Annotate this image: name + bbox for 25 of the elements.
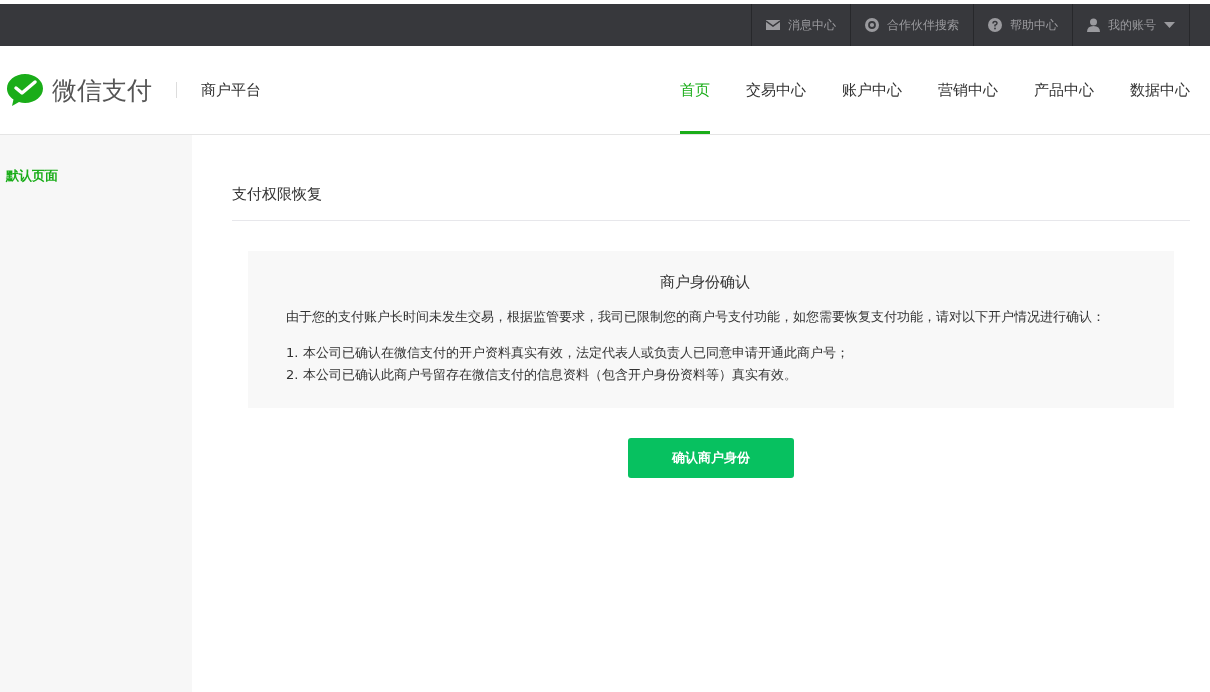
notice-text: 由于您的支付账户长时间未发生交易，根据监管要求，我司已限制您的商户号支付功能，如您需要恢复支付功能，请对以下开户情况进行确认： [286,308,1106,326]
page-title: 支付权限恢复 [232,185,1190,221]
nav-tab[interactable]: 交易中心 [746,46,806,134]
nav-tab[interactable]: 首页 [680,46,710,134]
logo-icon [6,73,44,107]
envelope-icon [766,20,780,30]
nav-tab[interactable]: 营销中心 [938,46,998,134]
confirmation-item: 2. 本公司已确认此商户号留存在微信支付的信息资料（包含开户身份资料等）真实有效。 [286,366,798,384]
help-icon [988,18,1002,32]
card-heading: 商户身份确认 [659,273,751,292]
nav-tab[interactable]: 账户中心 [842,46,902,134]
top-link[interactable]: 帮助中心 [973,4,1072,46]
nav-tab[interactable]: 产品中心 [1034,46,1094,134]
sidebar-item[interactable]: 默认页面 [0,167,192,185]
user-icon [1087,18,1100,32]
top-link[interactable]: 消息中心 [751,4,850,46]
platform-name: 商户平台 [201,80,261,100]
confirm-button[interactable]: 确认商户身份 [628,438,794,478]
nav-tab[interactable]: 数据中心 [1130,46,1190,134]
logo-text: 微信支付 [52,74,152,107]
search-icon [865,18,879,32]
caret-icon [1164,22,1175,28]
top-link[interactable]: 我的账号 [1072,4,1190,46]
top-link[interactable]: 合作伙伴搜索 [850,4,973,46]
confirmation-item: 1. 本公司已确认在微信支付的开户资料真实有效，法定代表人或负责人已同意申请开通此商户号； [286,344,850,362]
